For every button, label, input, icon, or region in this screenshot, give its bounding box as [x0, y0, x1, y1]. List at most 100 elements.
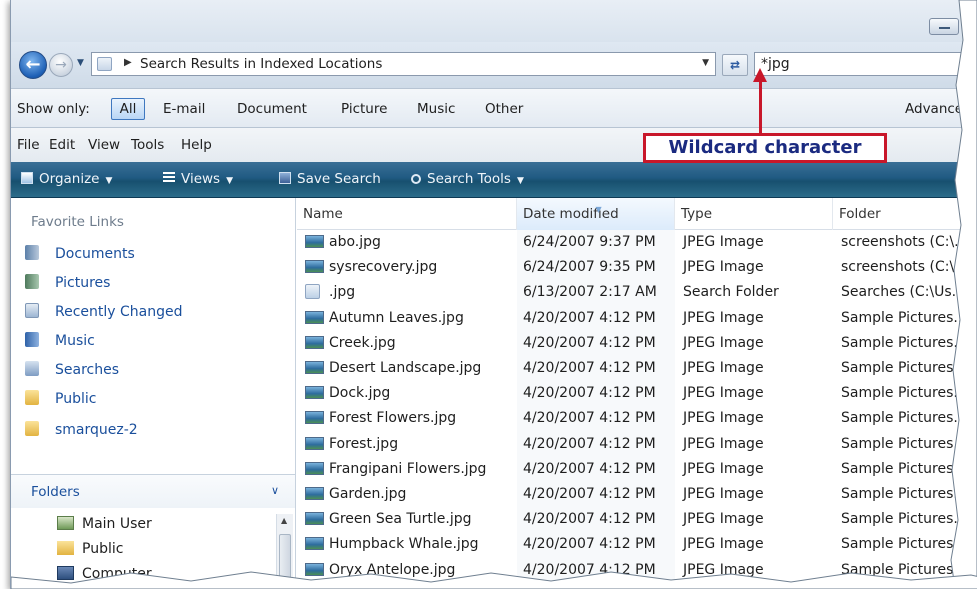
file-date-modified: 4/20/2007 4:12 PM	[523, 334, 656, 351]
show-only-label: Show only:	[17, 101, 90, 117]
file-type: JPEG Image	[683, 259, 764, 276]
search-folder-icon	[97, 57, 112, 71]
column-header-type[interactable]: Type	[675, 198, 833, 230]
refresh-button[interactable]: ⇄	[722, 54, 748, 76]
file-name-cell[interactable]: Desert Landscape.jpg	[305, 360, 481, 376]
file-type: JPEG Image	[683, 435, 764, 452]
file-row[interactable]: Autumn Leaves.jpg 4/20/2007 4:12 PM JPEG I…	[297, 306, 977, 331]
scroll-up-icon[interactable]: ▲	[281, 516, 287, 525]
menu-view[interactable]: View	[88, 137, 120, 153]
fav-link-searches[interactable]: Searches	[25, 361, 119, 378]
menu-edit[interactable]: Edit	[49, 137, 75, 153]
file-name: Creek.jpg	[329, 334, 396, 351]
filter-music-button[interactable]: Music	[417, 101, 455, 117]
views-label: Views	[181, 171, 221, 187]
column-header-name[interactable]: Name	[297, 198, 517, 230]
wildcard-callout: Wildcard character	[643, 133, 887, 163]
file-name-cell[interactable]: Forest Flowers.jpg	[305, 410, 456, 426]
menu-file[interactable]: File	[17, 137, 40, 153]
file-name-cell[interactable]: .jpg	[305, 284, 355, 300]
file-name-cell[interactable]: Garden.jpg	[305, 486, 406, 502]
file-date-modified: 6/24/2007 9:35 PM	[523, 259, 656, 276]
address-path[interactable]: Search Results in Indexed Locations	[140, 56, 382, 72]
views-icon	[163, 172, 175, 184]
file-name-cell[interactable]: Forest.jpg	[305, 436, 398, 452]
magnifier-icon	[411, 174, 421, 184]
file-name-cell[interactable]: Frangipani Flowers.jpg	[305, 461, 486, 477]
image-file-icon	[305, 310, 324, 324]
views-button[interactable]: Views ▼	[163, 171, 233, 187]
fav-link-documents[interactable]: Documents	[25, 245, 135, 262]
show-only-bar: Show only: All E-mail Document Picture M…	[11, 88, 977, 128]
organize-button[interactable]: Organize ▼	[21, 171, 112, 187]
file-type: JPEG Image	[683, 410, 764, 427]
back-button[interactable]: ←	[19, 51, 47, 79]
breadcrumb-chevron-icon[interactable]: ▶	[124, 57, 132, 68]
file-row[interactable]: Desert Landscape.jpg 4/20/2007 4:12 PM JPE…	[297, 356, 977, 381]
search-input[interactable]: *jpg	[754, 52, 977, 76]
image-file-icon	[305, 411, 324, 425]
file-date-modified: 4/20/2007 4:12 PM	[523, 360, 656, 376]
file-date-modified: 4/20/2007 4:12 PM	[523, 410, 656, 427]
file-row[interactable]: abo.jpg 6/24/2007 9:37 PM JPEG Image screen…	[297, 230, 977, 255]
fav-link-pictures[interactable]: Pictures	[25, 274, 110, 291]
address-dropdown-icon[interactable]: ▼	[702, 58, 709, 68]
history-dropdown-icon[interactable]: ▼	[77, 58, 84, 68]
tree-item-public[interactable]: Public	[57, 541, 123, 557]
file-name-cell[interactable]: Humpback Whale.jpg	[305, 536, 479, 552]
file-name-cell[interactable]: Autumn Leaves.jpg	[305, 310, 464, 326]
file-name-cell[interactable]: sysrecovery.jpg	[305, 259, 437, 275]
documents-icon	[25, 245, 39, 260]
tree-item-main-user[interactable]: Main User	[57, 516, 152, 532]
address-field[interactable]: ▶ Search Results in Indexed Locations ▼	[91, 52, 716, 76]
save-search-button[interactable]: Save Search	[279, 171, 381, 187]
searches-icon	[25, 361, 39, 376]
file-row[interactable]: Frangipani Flowers.jpg 4/20/2007 4:12 PM J…	[297, 457, 977, 482]
file-type: JPEG Image	[683, 309, 764, 326]
fav-label: Pictures	[55, 275, 111, 291]
fav-label: smarquez-2	[55, 422, 138, 438]
filter-document-button[interactable]: Document	[237, 101, 307, 117]
chevron-down-icon[interactable]: ∨	[271, 484, 279, 497]
views-dropdown-icon: ▼	[226, 176, 233, 186]
filter-all-button[interactable]: All	[111, 98, 145, 120]
file-name-cell[interactable]: Green Sea Turtle.jpg	[305, 511, 472, 527]
file-row[interactable]: Creek.jpg 4/20/2007 4:12 PM JPEG Image Samp…	[297, 331, 977, 356]
search-folder-icon	[305, 284, 320, 300]
file-name: Desert Landscape.jpg	[329, 360, 482, 376]
explorer-window: ← → ▼ ▶ Search Results in Indexed Locati…	[10, 0, 977, 589]
file-row[interactable]: Forest.jpg 4/20/2007 4:12 PM JPEG Image Sam…	[297, 432, 977, 457]
callout-arrow-icon	[753, 68, 767, 82]
file-row[interactable]: Humpback Whale.jpg 4/20/2007 4:12 PM JPEG …	[297, 532, 977, 557]
file-row[interactable]: Green Sea Turtle.jpg 4/20/2007 4:12 PM JPE…	[297, 507, 977, 532]
file-name: .jpg	[329, 284, 356, 301]
search-tools-label: Search Tools	[427, 171, 511, 187]
menu-help[interactable]: Help	[181, 137, 212, 153]
fav-link-music[interactable]: Music	[25, 332, 95, 349]
file-name: Autumn Leaves.jpg	[329, 309, 464, 326]
forward-button[interactable]: →	[49, 53, 73, 77]
column-header-row: Name ▼ Date modified Type Folder	[297, 198, 977, 230]
filter-other-button[interactable]: Other	[485, 101, 523, 117]
file-name-cell[interactable]: abo.jpg	[305, 234, 381, 250]
column-header-date-modified[interactable]: ▼ Date modified	[517, 198, 675, 230]
file-name-cell[interactable]: Creek.jpg	[305, 335, 396, 351]
filter-email-button[interactable]: E-mail	[163, 101, 205, 117]
file-name: Dock.jpg	[329, 385, 391, 402]
file-row[interactable]: Garden.jpg 4/20/2007 4:12 PM JPEG Image Sam…	[297, 482, 977, 507]
fav-link-public[interactable]: Public	[25, 390, 96, 407]
filter-picture-button[interactable]: Picture	[341, 101, 387, 117]
menu-tools[interactable]: Tools	[131, 137, 164, 153]
fav-label: Music	[55, 333, 95, 349]
folders-header[interactable]: Folders ∨	[11, 474, 295, 508]
file-name-cell[interactable]: Dock.jpg	[305, 385, 390, 401]
fav-link-smarquez-2[interactable]: smarquez-2	[25, 421, 138, 438]
file-date-modified: 4/20/2007 4:12 PM	[523, 460, 656, 477]
fav-link-recently-changed[interactable]: Recently Changed	[25, 303, 183, 320]
search-tools-button[interactable]: Search Tools ▼	[411, 171, 524, 187]
file-row[interactable]: .jpg 6/13/2007 2:17 AM Search Folder Search…	[297, 280, 977, 305]
file-row[interactable]: sysrecovery.jpg 6/24/2007 9:35 PM JPEG Ima…	[297, 255, 977, 280]
file-row[interactable]: Forest Flowers.jpg 4/20/2007 4:12 PM JPEG …	[297, 406, 977, 431]
folder-icon	[25, 421, 39, 436]
file-row[interactable]: Dock.jpg 4/20/2007 4:12 PM JPEG Image Sampl…	[297, 381, 977, 406]
